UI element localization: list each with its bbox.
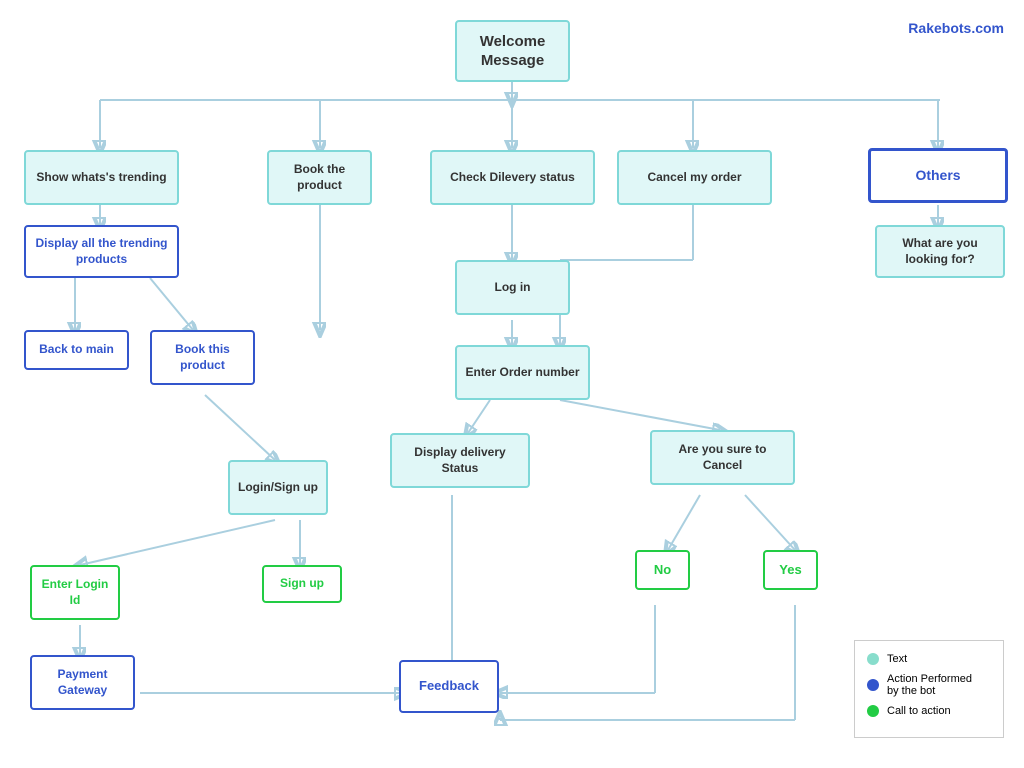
legend-dot-blue [867,679,879,691]
node-display-delivery: Display delivery Status [390,433,530,488]
node-book-this: Book this product [150,330,255,385]
node-what-looking: What are you looking for? [875,225,1005,278]
legend-dot-green [867,705,879,717]
node-log-in: Log in [455,260,570,315]
node-others: Others [868,148,1008,203]
legend-dot-cyan [867,653,879,665]
node-sign-up: Sign up [262,565,342,603]
node-show-trending: Show whats's trending [24,150,179,205]
node-yes: Yes [763,550,818,590]
node-book-product: Book the product [267,150,372,205]
brand-label: Rakebots.com [908,20,1004,36]
node-no: No [635,550,690,590]
node-login-signup: Login/Sign up [228,460,328,515]
legend-action-label: Action Performed by the bot [887,673,972,697]
node-back-to-main: Back to main [24,330,129,370]
node-are-you-sure: Are you sure to Cancel [650,430,795,485]
legend: Text Action Performed by the bot Call to… [854,640,1004,738]
legend-cta-label: Call to action [887,705,951,717]
node-enter-login: Enter Login Id [30,565,120,620]
legend-text: Text [867,653,991,665]
legend-cta: Call to action [867,705,991,717]
node-payment-gw: Payment Gateway [30,655,135,710]
node-welcome: Welcome Message [455,20,570,82]
node-enter-order: Enter Order number [455,345,590,400]
node-display-trending: Display all the trending products [24,225,179,278]
node-check-delivery: Check Dilevery status [430,150,595,205]
legend-action: Action Performed by the bot [867,673,991,697]
node-feedback: Feedback [399,660,499,713]
legend-text-label: Text [887,653,907,665]
node-cancel-order: Cancel my order [617,150,772,205]
flowchart: Rakebots.com Welcome Message Show whats'… [0,0,1024,768]
